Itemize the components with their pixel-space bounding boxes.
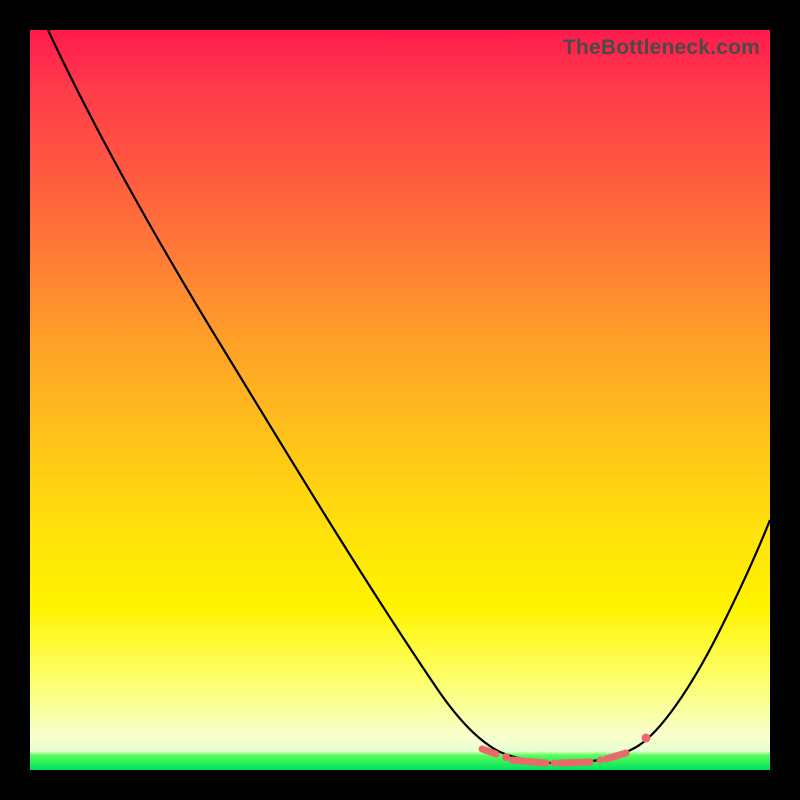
- plot-area: TheBottleneck.com: [30, 30, 770, 770]
- marker-seg: [560, 762, 590, 763]
- bottleneck-curve: [48, 30, 770, 763]
- marker-dot: [551, 760, 558, 767]
- chart-frame: TheBottleneck.com: [0, 0, 800, 800]
- marker-dot: [597, 757, 604, 764]
- marker-dot: [642, 734, 651, 743]
- valley-markers: [482, 734, 651, 767]
- chart-svg: [30, 30, 770, 770]
- marker-seg: [512, 760, 546, 763]
- marker-seg: [482, 749, 496, 754]
- marker-seg: [606, 753, 626, 759]
